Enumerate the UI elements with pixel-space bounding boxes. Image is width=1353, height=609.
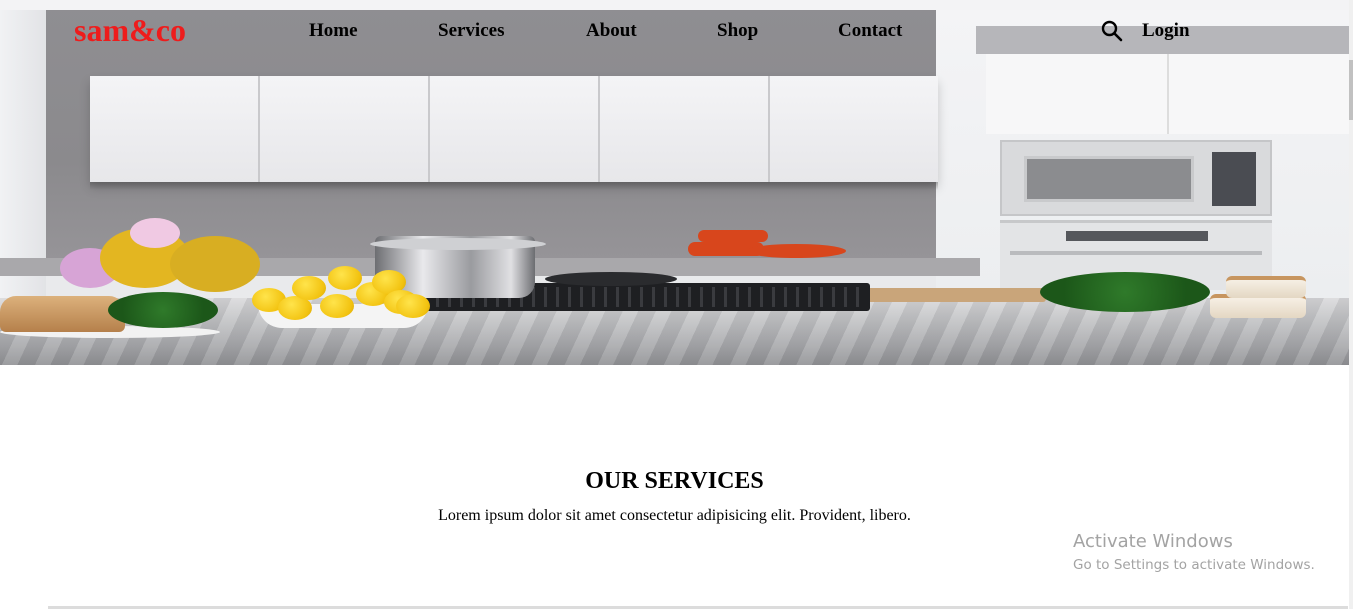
microwave	[1000, 140, 1272, 216]
nav-shop[interactable]: Shop	[717, 20, 758, 42]
activation-watermark-subtitle: Go to Settings to activate Windows.	[1073, 557, 1315, 573]
nav-services[interactable]: Services	[438, 20, 504, 42]
pot-lid	[370, 238, 546, 250]
tall-cabinets	[986, 54, 1349, 134]
page-scrollbar[interactable]	[1349, 0, 1353, 609]
cabinet-shadow	[90, 182, 938, 190]
nav-about[interactable]: About	[586, 20, 637, 42]
upper-cabinets	[90, 76, 938, 182]
lemon	[396, 294, 430, 318]
scrollbar-thumb[interactable]	[1349, 60, 1353, 120]
cutting-board	[866, 288, 1046, 302]
lemon	[292, 276, 326, 300]
ceramic-jars	[1210, 274, 1310, 320]
flower-vase	[60, 218, 270, 298]
login-link[interactable]: Login	[1142, 20, 1190, 42]
ceiling-band	[0, 0, 1349, 10]
nav-home[interactable]: Home	[309, 20, 358, 42]
frying-pan	[545, 272, 677, 286]
bread-loaf	[0, 296, 125, 332]
orange-cookware	[688, 230, 848, 260]
lemon	[320, 294, 354, 318]
services-description: Lorem ipsum dolor sit amet consectetur a…	[438, 507, 911, 524]
nav-contact[interactable]: Contact	[838, 20, 902, 42]
lemon	[328, 266, 362, 290]
parsley	[1040, 272, 1210, 312]
services-heading: OUR SERVICES	[585, 468, 764, 494]
activation-watermark-title: Activate Windows	[1073, 531, 1233, 552]
herbs	[108, 292, 218, 328]
hero-image	[0, 0, 1349, 365]
search-icon[interactable]	[1101, 20, 1123, 42]
